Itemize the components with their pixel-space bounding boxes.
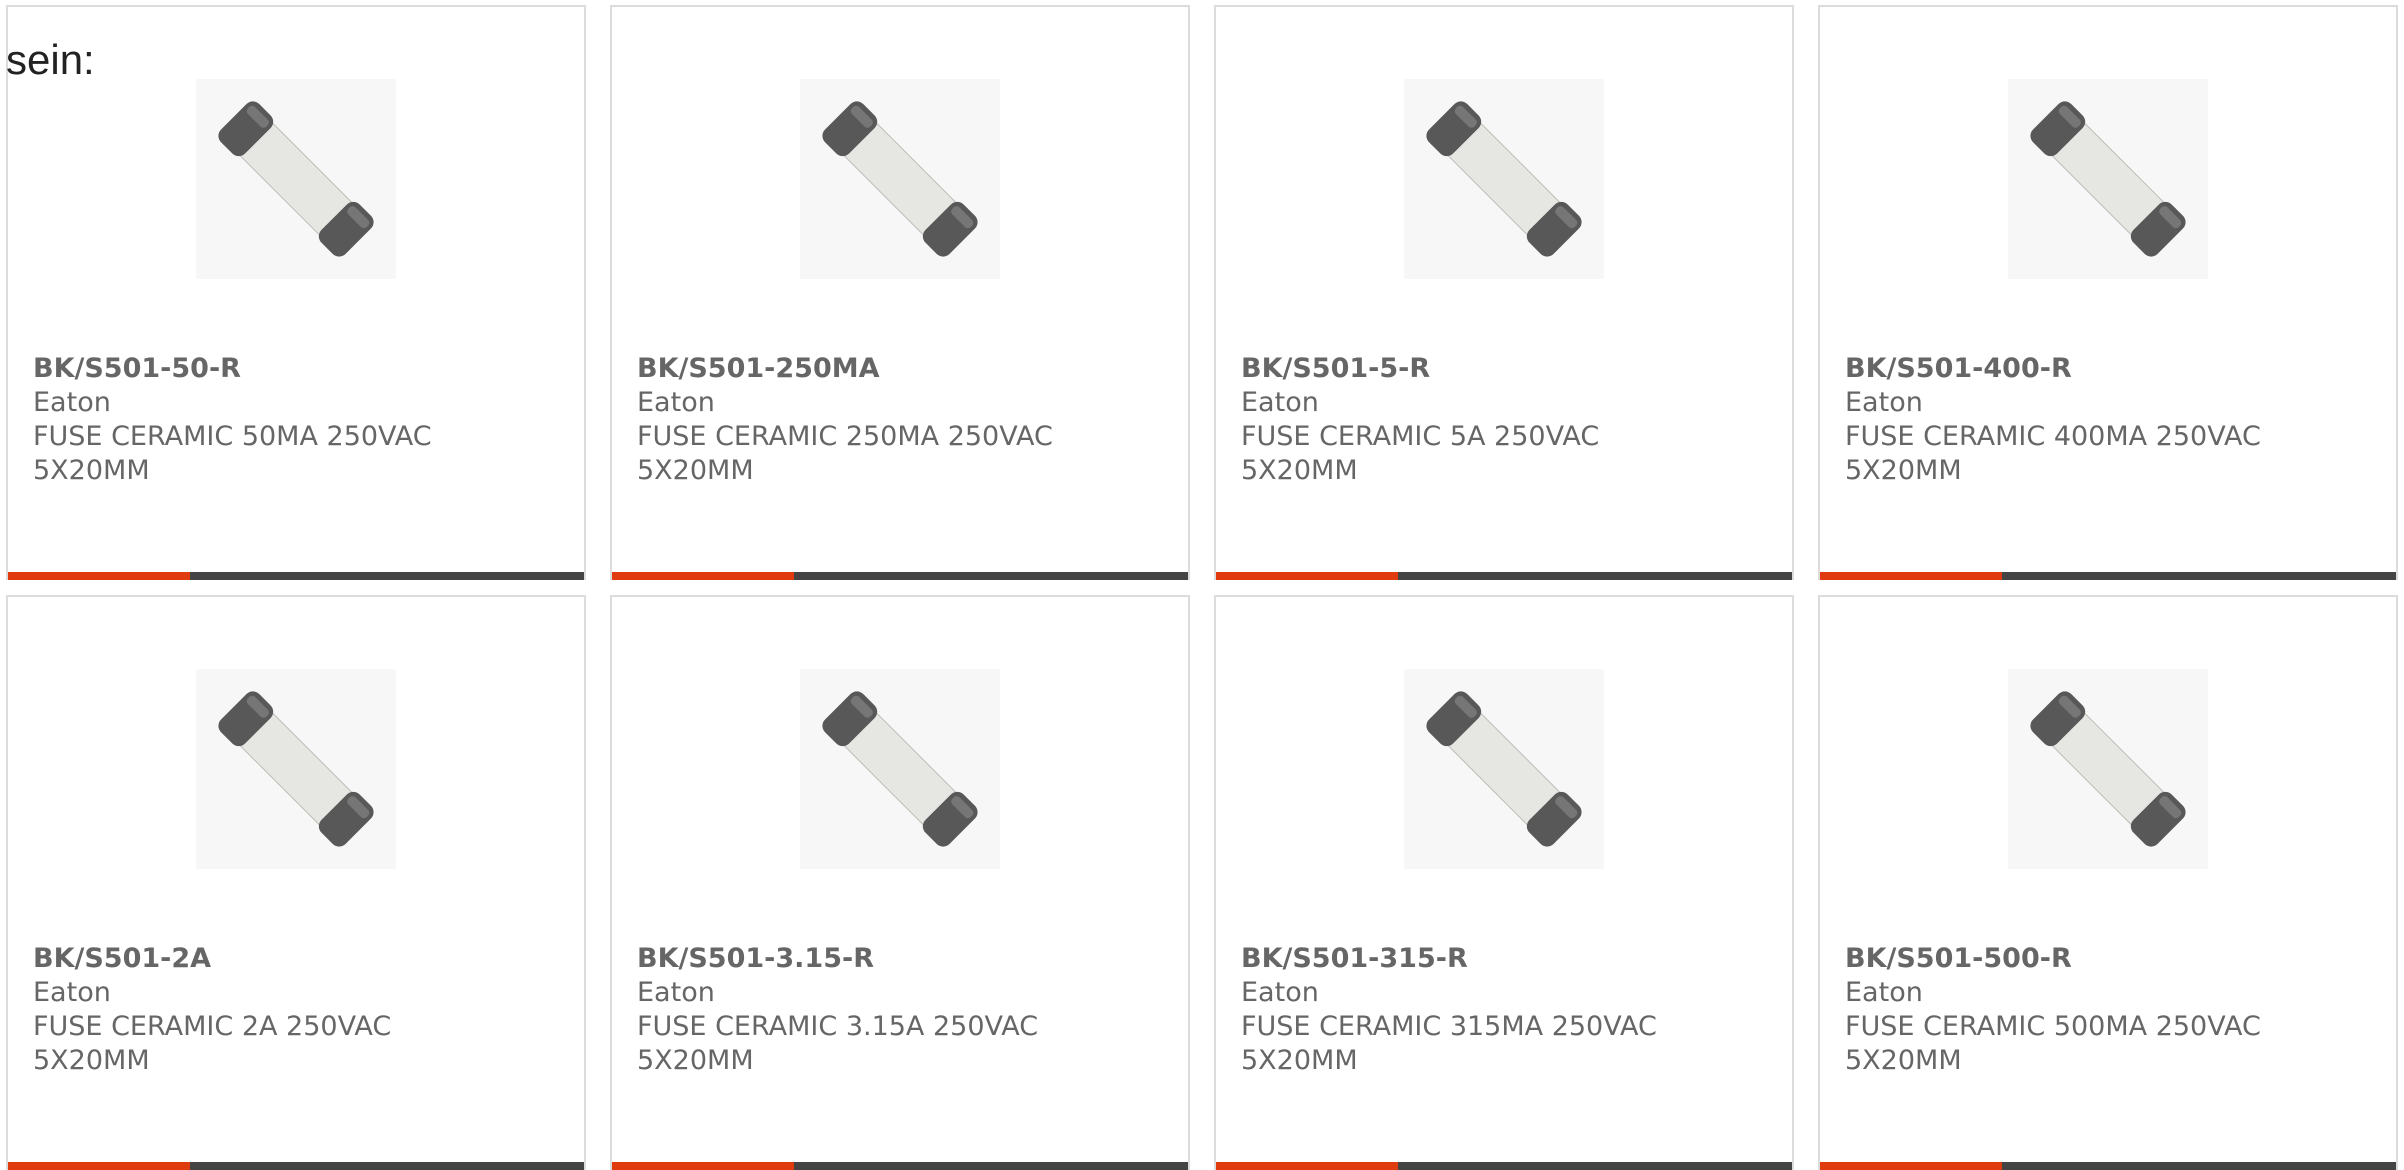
manufacturer: Eaton <box>1241 977 1319 1008</box>
part-number[interactable]: BK/S501-2A <box>33 942 559 976</box>
description: FUSE CERAMIC 500MA 250VAC 5X20MM <box>1845 1011 2261 1076</box>
card-bottom-bar <box>8 1162 584 1170</box>
part-number[interactable]: BK/S501-250MA <box>637 352 1163 386</box>
ceramic-fuse-icon <box>218 691 374 847</box>
product-info: BK/S501-5-R Eaton FUSE CERAMIC 5A 250VAC… <box>1241 352 1767 488</box>
description: FUSE CERAMIC 400MA 250VAC 5X20MM <box>1845 421 2261 486</box>
card-bottom-bar <box>1216 1162 1792 1170</box>
fuse-image[interactable] <box>196 669 396 869</box>
fuse-image[interactable] <box>800 79 1000 279</box>
ceramic-fuse-icon <box>1426 691 1582 847</box>
part-number[interactable]: BK/S501-400-R <box>1845 352 2371 386</box>
description: FUSE CERAMIC 315MA 250VAC 5X20MM <box>1241 1011 1657 1076</box>
description: FUSE CERAMIC 2A 250VAC 5X20MM <box>33 1011 392 1076</box>
manufacturer: Eaton <box>1241 387 1319 418</box>
accent-bar <box>1820 572 2002 580</box>
ceramic-fuse-icon <box>218 101 374 257</box>
intro-text: sein: <box>6 36 95 83</box>
description: FUSE CERAMIC 250MA 250VAC 5X20MM <box>637 421 1053 486</box>
manufacturer: Eaton <box>33 977 111 1008</box>
accent-bar <box>1216 1162 1398 1170</box>
accent-bar <box>612 572 794 580</box>
product-card[interactable]: BK/S501-5-R Eaton FUSE CERAMIC 5A 250VAC… <box>1214 5 1794 580</box>
fuse-image[interactable] <box>2008 669 2208 869</box>
ceramic-fuse-icon <box>822 101 978 257</box>
product-card[interactable]: BK/S501-315-R Eaton FUSE CERAMIC 315MA 2… <box>1214 595 1794 1170</box>
fuse-image[interactable] <box>800 669 1000 869</box>
product-info: BK/S501-250MA Eaton FUSE CERAMIC 250MA 2… <box>637 352 1163 488</box>
product-info: BK/S501-3.15-R Eaton FUSE CERAMIC 3.15A … <box>637 942 1163 1078</box>
part-number[interactable]: BK/S501-500-R <box>1845 942 2371 976</box>
accent-bar <box>8 572 190 580</box>
product-info: BK/S501-315-R Eaton FUSE CERAMIC 315MA 2… <box>1241 942 1767 1078</box>
card-bottom-bar <box>1820 1162 2396 1170</box>
part-number[interactable]: BK/S501-50-R <box>33 352 559 386</box>
fuse-image[interactable] <box>2008 79 2208 279</box>
accent-bar <box>1820 1162 2002 1170</box>
product-card[interactable]: BK/S501-500-R Eaton FUSE CERAMIC 500MA 2… <box>1818 595 2398 1170</box>
product-info: BK/S501-500-R Eaton FUSE CERAMIC 500MA 2… <box>1845 942 2371 1078</box>
description: FUSE CERAMIC 50MA 250VAC 5X20MM <box>33 421 432 486</box>
card-bottom-bar <box>8 572 584 580</box>
ceramic-fuse-icon <box>2030 691 2186 847</box>
description: FUSE CERAMIC 5A 250VAC 5X20MM <box>1241 421 1600 486</box>
product-card[interactable]: BK/S501-250MA Eaton FUSE CERAMIC 250MA 2… <box>610 5 1190 580</box>
manufacturer: Eaton <box>637 977 715 1008</box>
part-number[interactable]: BK/S501-3.15-R <box>637 942 1163 976</box>
fuse-image[interactable] <box>196 79 396 279</box>
product-info: BK/S501-50-R Eaton FUSE CERAMIC 50MA 250… <box>33 352 559 488</box>
accent-bar <box>612 1162 794 1170</box>
product-grid: BK/S501-50-R Eaton FUSE CERAMIC 50MA 250… <box>6 5 2398 1170</box>
part-number[interactable]: BK/S501-315-R <box>1241 942 1767 976</box>
fuse-image[interactable] <box>1404 79 1604 279</box>
accent-bar <box>8 1162 190 1170</box>
ceramic-fuse-icon <box>1426 101 1582 257</box>
product-card[interactable]: BK/S501-2A Eaton FUSE CERAMIC 2A 250VAC … <box>6 595 586 1170</box>
product-card[interactable]: BK/S501-3.15-R Eaton FUSE CERAMIC 3.15A … <box>610 595 1190 1170</box>
accent-bar <box>1216 572 1398 580</box>
product-info: BK/S501-400-R Eaton FUSE CERAMIC 400MA 2… <box>1845 352 2371 488</box>
part-number[interactable]: BK/S501-5-R <box>1241 352 1767 386</box>
product-card[interactable]: BK/S501-50-R Eaton FUSE CERAMIC 50MA 250… <box>6 5 586 580</box>
manufacturer: Eaton <box>637 387 715 418</box>
manufacturer: Eaton <box>1845 387 1923 418</box>
fuse-image[interactable] <box>1404 669 1604 869</box>
ceramic-fuse-icon <box>822 691 978 847</box>
product-card[interactable]: BK/S501-400-R Eaton FUSE CERAMIC 400MA 2… <box>1818 5 2398 580</box>
manufacturer: Eaton <box>33 387 111 418</box>
card-bottom-bar <box>1820 572 2396 580</box>
card-bottom-bar <box>612 572 1188 580</box>
description: FUSE CERAMIC 3.15A 250VAC 5X20MM <box>637 1011 1039 1076</box>
card-bottom-bar <box>612 1162 1188 1170</box>
manufacturer: Eaton <box>1845 977 1923 1008</box>
product-info: BK/S501-2A Eaton FUSE CERAMIC 2A 250VAC … <box>33 942 559 1078</box>
card-bottom-bar <box>1216 572 1792 580</box>
ceramic-fuse-icon <box>2030 101 2186 257</box>
